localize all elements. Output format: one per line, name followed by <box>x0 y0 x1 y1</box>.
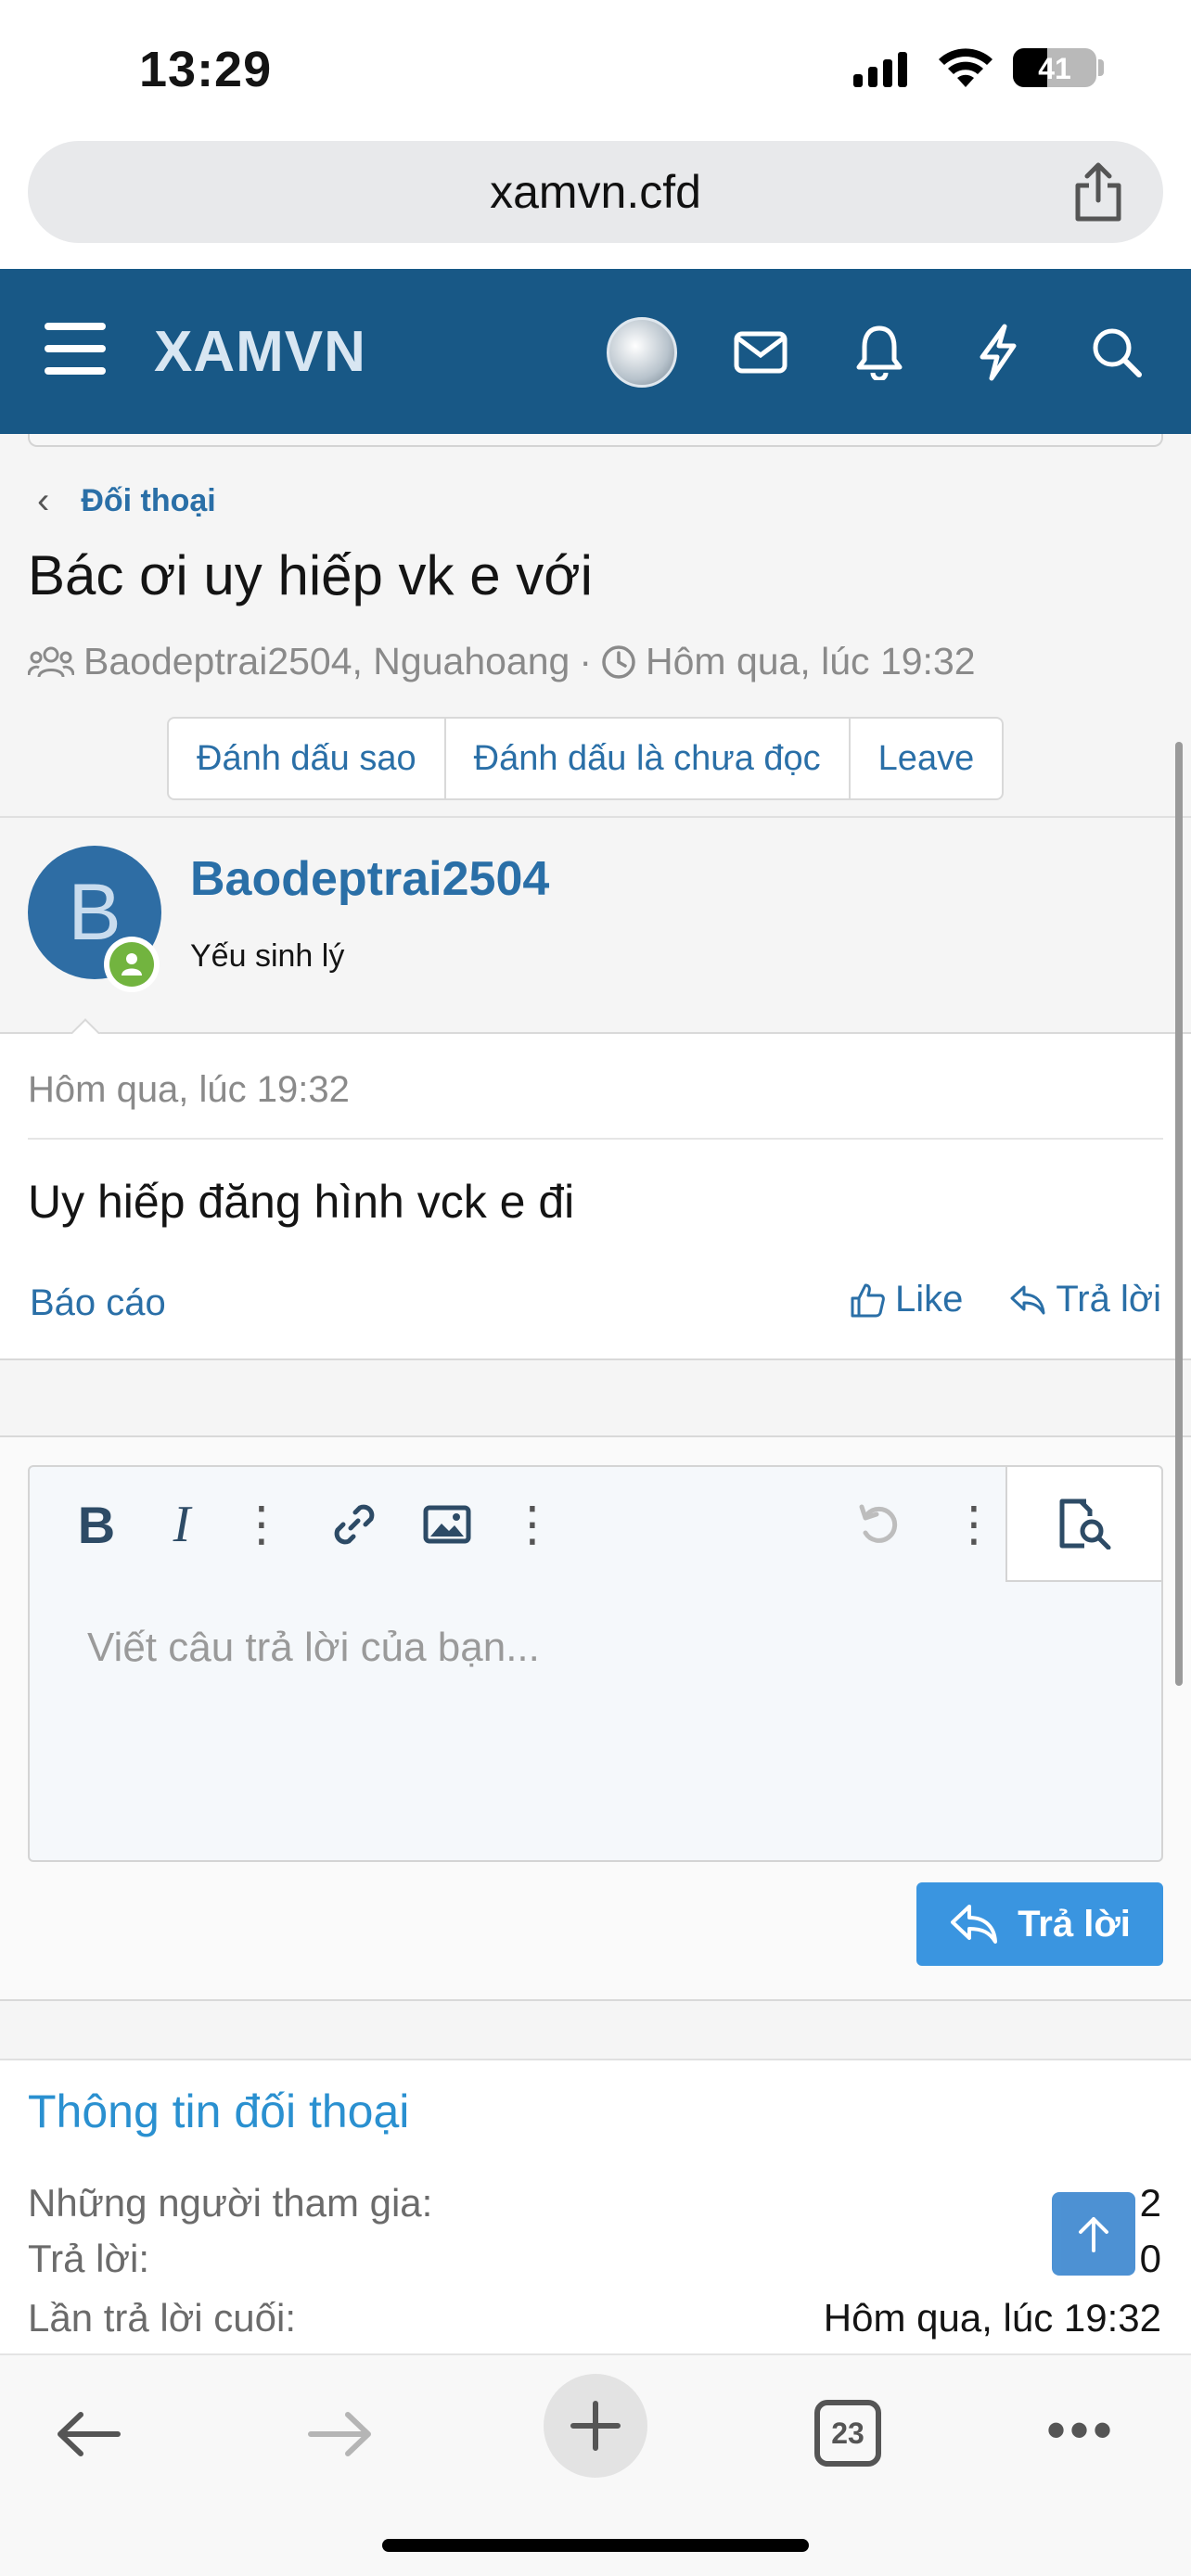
like-button[interactable]: Like <box>849 1279 963 1320</box>
wifi-icon <box>939 48 992 87</box>
message-date[interactable]: Hôm qua, lúc 19:32 <box>28 1069 350 1111</box>
reply-icon <box>1010 1285 1045 1314</box>
page-title: Bác ơi uy hiếp vk e với <box>28 544 593 606</box>
scrollbar[interactable] <box>1175 742 1183 1686</box>
tabs-button[interactable]: 23 <box>814 2400 881 2467</box>
participants-text[interactable]: Baodeptrai2504, Nguahoang <box>83 640 570 683</box>
share-icon[interactable] <box>1070 159 1126 224</box>
like-label[interactable]: Like <box>895 1279 963 1320</box>
more-text-options-icon[interactable]: ⋮ <box>232 1495 291 1554</box>
breadcrumb[interactable]: ‹ Đối thoại <box>37 480 216 522</box>
battery-icon: 41 <box>1013 48 1096 87</box>
online-status-icon <box>104 937 160 992</box>
info-row: Trả lời: 0 <box>28 2237 1161 2281</box>
message-actions: Like Trả lời <box>849 1279 1161 1320</box>
bell-icon[interactable] <box>844 317 915 388</box>
arrow-up-icon <box>1079 2217 1108 2252</box>
reply-editor[interactable]: B I ⋮ ⋮ ⋮ Viết câu trả lời của bạn... <box>28 1465 1163 1862</box>
author-title: Yếu sinh lý <box>190 938 345 974</box>
conversation-info: Thông tin đối thoại Những người tham gia… <box>0 2059 1191 2353</box>
info-value: 2 <box>1139 2181 1161 2225</box>
users-icon <box>28 646 74 677</box>
message: Hôm qua, lúc 19:32 Uy hiếp đăng hình vck… <box>0 1034 1191 1360</box>
submit-reply-button[interactable]: Trả lời <box>916 1882 1163 1966</box>
info-label: Lần trả lời cuối: <box>28 2296 297 2340</box>
breadcrumb-label[interactable]: Đối thoại <box>81 483 215 519</box>
collapsed-panel-edge <box>28 434 1163 447</box>
status-time: 13:29 <box>139 42 273 97</box>
main-content: ‹ Đối thoại Bác ơi uy hiếp vk e với Baod… <box>0 434 1191 2353</box>
scroll-to-top-button[interactable] <box>1052 2192 1135 2276</box>
reply-button[interactable]: Trả lời <box>1009 1279 1161 1320</box>
info-value: 0 <box>1139 2237 1161 2280</box>
meta-separator: · <box>579 640 592 682</box>
status-bar: 13:29 41 <box>0 0 1191 139</box>
info-value: Hôm qua, lúc 19:32 <box>823 2296 1161 2340</box>
message-body: Uy hiếp đăng hình vck e đi <box>28 1176 575 1228</box>
preview-icon <box>1059 1498 1111 1549</box>
author-name[interactable]: Baodeptrai2504 <box>190 851 549 907</box>
conversation-meta: Baodeptrai2504, Nguahoang · Hôm qua, lúc… <box>28 640 976 683</box>
menu-icon[interactable] <box>45 323 106 375</box>
preview-button[interactable] <box>1005 1467 1161 1582</box>
undo-icon[interactable] <box>850 1495 909 1554</box>
reply-form: B I ⋮ ⋮ ⋮ Viết câu trả lời của bạn... Tr… <box>0 1435 1191 2001</box>
search-icon[interactable] <box>1082 317 1152 388</box>
user-avatar[interactable] <box>607 317 677 388</box>
star-button[interactable]: Đánh dấu sao <box>169 719 446 798</box>
reply-label[interactable]: Trả lời <box>1056 1279 1161 1320</box>
reply-placeholder[interactable]: Viết câu trả lời của bạn... <box>87 1625 540 1671</box>
info-title: Thông tin đối thoại <box>28 2085 410 2137</box>
more-menu-icon[interactable]: ••• <box>1046 2403 1116 2458</box>
italic-button[interactable]: I <box>152 1495 211 1554</box>
home-indicator[interactable] <box>382 2539 809 2552</box>
submit-reply-label[interactable]: Trả lời <box>1018 1904 1131 1945</box>
started-time: Hôm qua, lúc 19:32 <box>646 640 976 682</box>
more-editor-options-icon[interactable]: ⋮ <box>944 1495 1004 1554</box>
lightning-icon[interactable] <box>963 317 1033 388</box>
message-author-block: B Baodeptrai2504 Yếu sinh lý <box>0 816 1191 1055</box>
info-row: Lần trả lời cuối: Hôm qua, lúc 19:32 <box>28 2296 1161 2340</box>
site-logo[interactable]: XAMVN <box>154 319 366 385</box>
plus-icon <box>570 2401 621 2451</box>
address-bar[interactable]: xamvn.cfd <box>28 141 1163 243</box>
info-row: Những người tham gia: 2 <box>28 2181 1161 2225</box>
cellular-signal-icon <box>853 52 907 87</box>
divider <box>28 1138 1163 1140</box>
thumbs-up-icon <box>851 1283 885 1317</box>
battery-tip <box>1098 59 1104 76</box>
report-link[interactable]: Báo cáo <box>30 1282 166 1324</box>
link-icon[interactable] <box>325 1495 384 1554</box>
reply-icon <box>951 1905 998 1944</box>
bold-button[interactable]: B <box>67 1495 126 1554</box>
new-tab-button[interactable] <box>544 2374 647 2478</box>
image-icon[interactable] <box>417 1495 477 1554</box>
forward-icon[interactable] <box>289 2383 391 2485</box>
leave-button[interactable]: Leave <box>851 719 1003 798</box>
clock-icon <box>602 644 635 679</box>
mark-unread-button[interactable]: Đánh dấu là chưa đọc <box>446 719 851 798</box>
battery-level: 41 <box>1038 52 1071 85</box>
info-label: Những người tham gia: <box>28 2181 433 2225</box>
info-label: Trả lời: <box>28 2237 149 2280</box>
more-insert-options-icon[interactable]: ⋮ <box>503 1495 562 1554</box>
back-icon[interactable] <box>37 2383 139 2485</box>
chevron-left-icon: ‹ <box>37 480 50 521</box>
conversation-actions: Đánh dấu sao Đánh dấu là chưa đọc Leave <box>167 717 1005 800</box>
url-text[interactable]: xamvn.cfd <box>28 165 1163 219</box>
site-header: XAMVN <box>0 269 1191 434</box>
inbox-icon[interactable] <box>725 317 796 388</box>
